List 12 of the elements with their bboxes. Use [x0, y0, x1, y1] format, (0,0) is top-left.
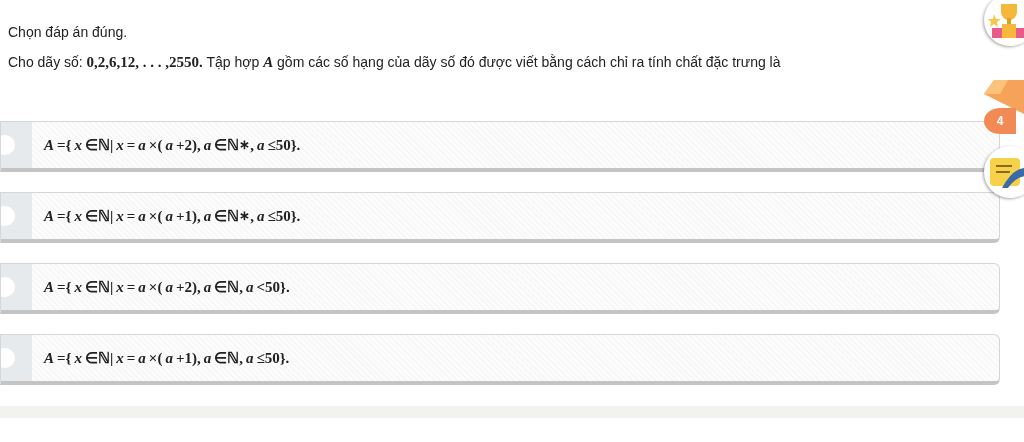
gem-count-badge: 4 — [984, 108, 1016, 134]
instruction-text: Chọn đáp án đúng. — [8, 24, 129, 40]
formula-text: A={x∈ℕ|x=a×(a+1),a∈ℕ,a≤50}. — [42, 348, 290, 368]
radio-button[interactable] — [1, 135, 15, 155]
formula-text: A={x∈ℕ|x=a×(a+2),a∈ℕ,a<50}. — [42, 277, 290, 297]
answer-option[interactable]: A={x∈ℕ|x=a×(a+2),a∈ℕ,a<50}. — [0, 263, 1000, 314]
radio-button[interactable] — [1, 277, 15, 297]
scroll-button[interactable] — [984, 146, 1024, 198]
radio-button[interactable] — [1, 348, 15, 368]
question-text: Cho dãy số: 0,2,6,12, . . . ,2550. Tập hợp A gồm các số hạng của dãy số đó được viết bằng cách chỉ ra tính chất đặc trưng là — [8, 54, 782, 71]
answer-option[interactable]: A={x∈ℕ|x=a×(a+1),a∈ℕ,a≤50}. — [0, 334, 1000, 385]
radio-button[interactable] — [1, 206, 15, 226]
